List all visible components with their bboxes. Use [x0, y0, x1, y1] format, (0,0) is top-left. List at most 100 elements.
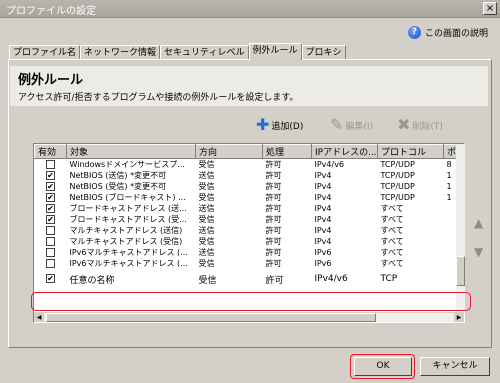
cell-target: IPv6マルチキャストアドレス (... — [69, 259, 188, 268]
enable-checkbox[interactable]: ✔ — [46, 193, 55, 202]
enable-checkbox[interactable]: ✔ — [46, 182, 55, 191]
cell-action: 許可 — [265, 215, 282, 224]
enable-checkbox[interactable] — [46, 248, 55, 257]
enable-checkbox[interactable] — [46, 259, 55, 268]
scroll-left-icon[interactable]: ◀ — [34, 313, 44, 322]
column-header-enabled[interactable]: 有効 — [34, 144, 67, 159]
cell-protocol: TCP/UDP — [380, 193, 415, 202]
tab-profile-name[interactable]: プロファイル名 — [9, 45, 81, 60]
cell-protocol: すべて — [380, 237, 404, 246]
help-label: この画面の説明 — [424, 29, 488, 39]
cell-direction: 受信 — [198, 237, 215, 246]
cell-direction: 受信 — [198, 259, 215, 268]
cell-direction: 送信 — [198, 248, 215, 257]
cell-action: 許可 — [265, 171, 282, 180]
ok-button[interactable]: OK — [354, 357, 412, 376]
cell-direction: 受信 — [198, 275, 217, 286]
cell-protocol: TCP/UDP — [380, 171, 415, 180]
enable-checkbox[interactable]: ✔ — [46, 215, 55, 224]
cell-action: 許可 — [265, 204, 282, 213]
table-row[interactable]: ✔ NetBIOS (ブロードキャスト) ... 受信 許可 IPv4 TCP/… — [35, 192, 465, 203]
help-link[interactable]: ? この画面の説明 — [407, 26, 488, 39]
cell-target: NetBIOS (ブロードキャスト) ... — [69, 193, 186, 202]
vertical-scrollbar[interactable] — [456, 144, 465, 312]
cell-ip: IPv4 — [314, 237, 332, 246]
cell-ip: IPv4 — [314, 171, 332, 180]
cell-action: 許可 — [265, 160, 282, 169]
enable-checkbox[interactable] — [46, 160, 55, 169]
vertical-scroll-thumb[interactable] — [456, 256, 465, 286]
section-title: 例外ルール — [18, 73, 84, 88]
table-row[interactable]: ✔ NetBIOS (受信) *変更不可 受信 許可 IPv4 TCP/UDP … — [35, 181, 465, 192]
horizontal-scroll-thumb[interactable] — [46, 313, 376, 322]
cell-ip: IPv4 — [314, 193, 332, 202]
cell-ip: IPv6 — [314, 248, 332, 257]
enable-checkbox[interactable]: ✔ — [46, 204, 55, 213]
tab-exception-rules[interactable]: 例外ルール — [248, 43, 302, 60]
help-icon: ? — [407, 26, 421, 39]
column-header-protocol[interactable]: プロトコル — [377, 144, 444, 159]
scroll-right-icon[interactable]: ▶ — [454, 313, 464, 322]
cell-target: ブロードキャストアドレス (送... — [69, 204, 187, 213]
cell-action: 許可 — [265, 259, 282, 268]
title-bar: プロファイルの設定 × — [0, 0, 500, 18]
move-up-icon[interactable]: ▲ — [474, 216, 483, 230]
section-description: アクセス許可/拒否するプログラムや接続の例外ルールを設定します。 — [18, 93, 299, 103]
column-header-action[interactable]: 処理 — [262, 144, 312, 159]
table-row[interactable]: ✔ 任意の名称 受信 許可 IPv4/v6 TCP — [35, 269, 465, 289]
table-row[interactable]: Windowsドメインサービスプ... 受信 許可 IPv4/v6 TCP/UD… — [35, 159, 465, 171]
cell-protocol: すべて — [380, 226, 404, 235]
cell-target: ブロードキャストアドレス (受... — [69, 215, 187, 224]
plus-icon: ✚ — [256, 115, 270, 134]
column-header-target[interactable]: 対象 — [66, 144, 196, 159]
tab-security-level[interactable]: セキュリティレベル — [160, 45, 249, 60]
rules-table: 有効 対象 方向 処理 IPアドレスの... プロトコル ポ Windowsドメ… — [33, 143, 465, 323]
close-button[interactable]: × — [483, 2, 497, 15]
enable-checkbox[interactable]: ✔ — [46, 171, 55, 180]
cell-ip: IPv4/v6 — [314, 274, 348, 284]
table-row[interactable]: マルチキャストアドレス (送信) 送信 許可 IPv4 すべて — [35, 225, 465, 236]
add-button[interactable]: ✚ 追加(D) — [256, 115, 304, 134]
cell-direction: 受信 — [198, 215, 215, 224]
cancel-button[interactable]: キャンセル — [420, 357, 490, 376]
tab-bar: プロファイル名 ネットワーク情報 セキュリティレベル 例外ルール プロキシ — [9, 43, 346, 60]
cell-action: 許可 — [265, 275, 284, 286]
enable-checkbox[interactable] — [46, 237, 55, 246]
table-row[interactable]: ✔ ブロードキャストアドレス (送... 送信 許可 IPv4 すべて — [35, 203, 465, 214]
horizontal-scrollbar[interactable]: ◀ ▶ — [34, 312, 464, 322]
cell-protocol: すべて — [380, 248, 404, 257]
cell-action: 許可 — [265, 193, 282, 202]
move-down-icon[interactable]: ▼ — [474, 245, 483, 259]
tab-network-info[interactable]: ネットワーク情報 — [80, 45, 161, 60]
table-row[interactable]: IPv6マルチキャストアドレス (... 受信 許可 IPv6 すべて — [35, 258, 465, 269]
delete-x-icon: ✖ — [397, 115, 411, 134]
table-row[interactable]: ✔ ブロードキャストアドレス (受... 受信 許可 IPv4 すべて — [35, 214, 465, 225]
edit-button[interactable]: ✎ 編集(I) — [330, 117, 373, 133]
table-header-row: 有効 対象 方向 処理 IPアドレスの... プロトコル ポ — [34, 144, 464, 159]
cell-direction: 送信 — [198, 204, 215, 213]
cell-protocol: すべて — [380, 215, 404, 224]
cell-target: マルチキャストアドレス (送信) — [69, 226, 183, 235]
cell-protocol: TCP/UDP — [380, 182, 415, 191]
cell-target: マルチキャストアドレス (受信) — [69, 237, 183, 246]
cell-target: 任意の名称 — [69, 275, 115, 286]
table-row[interactable]: ✔ NetBIOS (送信) *変更不可 送信 許可 IPv4 TCP/UDP … — [35, 170, 465, 181]
enable-checkbox[interactable] — [46, 226, 55, 235]
cell-ip: IPv4 — [314, 182, 332, 191]
cell-protocol: TCP/UDP — [380, 160, 415, 169]
cell-direction: 送信 — [198, 171, 215, 180]
cell-ip: IPv6 — [314, 259, 332, 268]
cell-direction: 送信 — [198, 226, 215, 235]
table-row[interactable]: IPv6マルチキャストアドレス (... 送信 許可 IPv6 すべて — [35, 247, 465, 258]
add-label: 追加(D) — [271, 121, 304, 132]
cell-action: 許可 — [265, 182, 282, 191]
column-header-direction[interactable]: 方向 — [195, 144, 263, 159]
delete-button[interactable]: ✖ 削除(T) — [397, 115, 443, 134]
cell-target: Windowsドメインサービスプ... — [69, 160, 185, 169]
column-header-ip[interactable]: IPアドレスの... — [311, 144, 378, 159]
cell-target: NetBIOS (受信) *変更不可 — [69, 182, 167, 191]
enable-checkbox[interactable]: ✔ — [46, 274, 55, 283]
tab-proxy[interactable]: プロキシ — [301, 45, 346, 60]
cell-target: IPv6マルチキャストアドレス (... — [69, 248, 188, 257]
table-row[interactable]: マルチキャストアドレス (受信) 受信 許可 IPv4 すべて — [35, 236, 465, 247]
